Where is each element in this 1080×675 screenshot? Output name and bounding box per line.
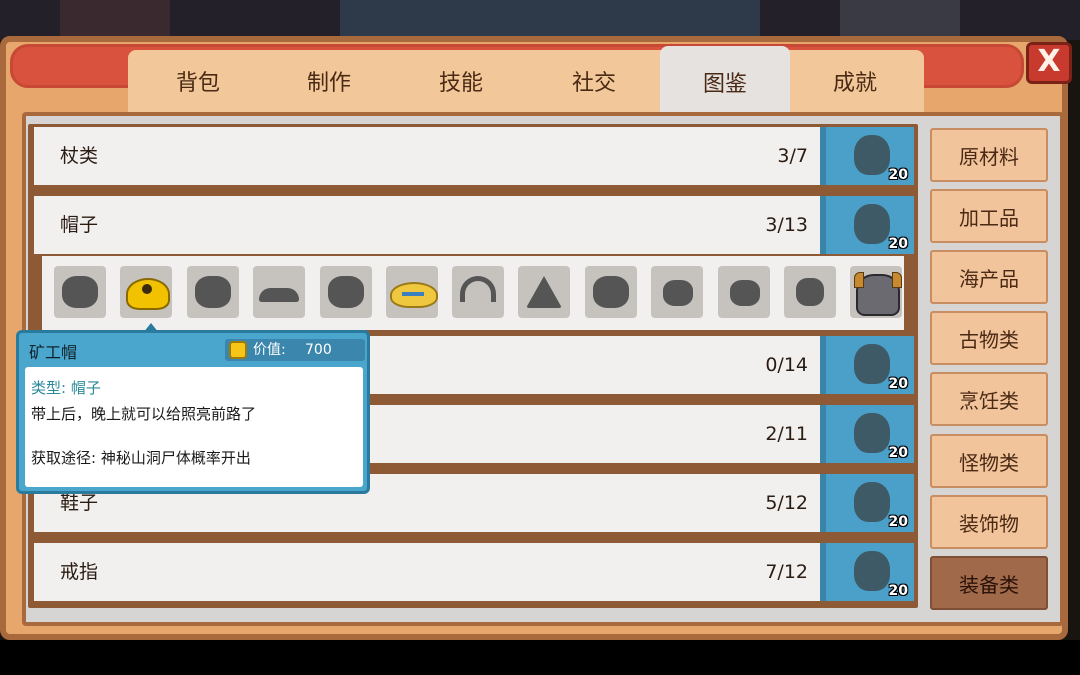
medal-badge: 20 [820,127,914,185]
locked-hat-silhouette-icon [62,276,98,308]
category-equipment[interactable]: 装备类 [930,556,1048,610]
item-slot-miner-hat[interactable] [120,266,172,318]
gold-coin-icon [229,341,247,359]
row-bar [34,196,820,254]
item-slot-straw-hat[interactable] [386,266,438,318]
row-name: 帽子 [60,214,99,236]
row-count: 3/13 [765,214,808,236]
hat-item-strip [42,256,904,330]
medal-badge: 20 [820,474,914,532]
screen-bottom-bar [0,640,1080,675]
locked-hat-silhouette-icon [259,288,299,302]
row-name: 杖类 [60,145,99,167]
locked-hat-silhouette-icon [796,278,824,306]
medal-icon [854,344,890,384]
locked-hat-silhouette-icon [593,276,629,308]
category-cooking[interactable]: 烹饪类 [930,372,1048,426]
item-slot-locked[interactable] [518,266,570,318]
medal-icon [854,413,890,453]
price-value: 700 [305,342,332,358]
tooltip-body: 类型: 帽子 带上后，晚上就可以给照亮前路了 获取途径: 神秘山洞尸体概率开出 [25,367,363,487]
item-slot-locked[interactable] [320,266,372,318]
row-count: 0/14 [765,354,808,376]
category-raw-materials[interactable]: 原材料 [930,128,1048,182]
collection-row-staffs[interactable]: 杖类 3/7 20 [34,127,914,185]
medal-number: 20 [888,376,908,392]
price-box: 价值: 700 [225,339,365,361]
locked-hat-silhouette-icon [526,276,562,308]
medal-number: 20 [888,514,908,530]
miner-hat-icon [126,278,170,310]
item-slot-locked[interactable] [54,266,106,318]
item-slot-locked[interactable] [187,266,239,318]
horned-helmet-icon [854,272,902,316]
tab-backpack[interactable]: 背包 [133,50,263,112]
medal-number: 20 [888,236,908,252]
tooltip-pointer [143,323,159,333]
straw-hat-icon [390,282,438,308]
medal-icon [854,204,890,244]
category-seafood[interactable]: 海产品 [930,250,1048,304]
locked-hat-silhouette-icon [730,280,760,306]
item-type: 类型: 帽子 [31,379,101,397]
item-source: 获取途径: 神秘山洞尸体概率开出 [31,449,251,467]
item-slot-locked[interactable] [784,266,836,318]
medal-badge: 20 [820,405,914,463]
medal-icon [854,551,890,591]
medal-number: 20 [888,167,908,183]
close-button[interactable]: X [1026,42,1072,84]
row-name: 戒指 [60,561,99,583]
price-label: 价值: [253,342,286,358]
locked-hat-silhouette-icon [663,280,693,306]
medal-number: 20 [888,445,908,461]
row-count: 5/12 [765,492,808,514]
medal-number: 20 [888,583,908,599]
row-bar [34,127,820,185]
item-slot-locked[interactable] [651,266,703,318]
category-monsters[interactable]: 怪物类 [930,434,1048,488]
medal-badge: 20 [820,336,914,394]
item-slot-locked[interactable] [452,266,504,318]
tab-crafting[interactable]: 制作 [264,50,394,112]
medal-icon [854,135,890,175]
collection-row-hats[interactable]: 帽子 3/13 20 [34,196,914,254]
row-count: 2/11 [765,423,808,445]
collection-row-rings[interactable]: 戒指 7/12 20 [34,543,914,601]
category-decorations[interactable]: 装饰物 [930,495,1048,549]
tab-skills[interactable]: 技能 [396,50,526,112]
item-tooltip: 矿工帽 价值: 700 类型: 帽子 带上后，晚上就可以给照亮前路了 获取途径:… [16,323,370,494]
item-description: 带上后，晚上就可以给照亮前路了 [31,405,257,423]
tab-collection[interactable]: 图鉴 [660,46,790,118]
game-scene-background [0,0,1080,40]
item-slot-horned-helmet[interactable] [850,266,902,318]
medal-icon [854,482,890,522]
medal-badge: 20 [820,196,914,254]
tab-achievements[interactable]: 成就 [790,50,920,112]
category-processed-goods[interactable]: 加工品 [930,189,1048,243]
item-slot-locked[interactable] [253,266,305,318]
tooltip-title: 矿工帽 [29,343,78,362]
locked-hat-silhouette-icon [328,276,364,308]
tab-social[interactable]: 社交 [529,50,659,112]
item-slot-locked[interactable] [585,266,637,318]
category-artifacts[interactable]: 古物类 [930,311,1048,365]
locked-hat-silhouette-icon [460,276,496,302]
row-bar [34,543,820,601]
row-count: 7/12 [765,561,808,583]
row-count: 3/7 [777,145,808,167]
locked-hat-silhouette-icon [195,276,231,308]
medal-badge: 20 [820,543,914,601]
item-slot-locked[interactable] [718,266,770,318]
